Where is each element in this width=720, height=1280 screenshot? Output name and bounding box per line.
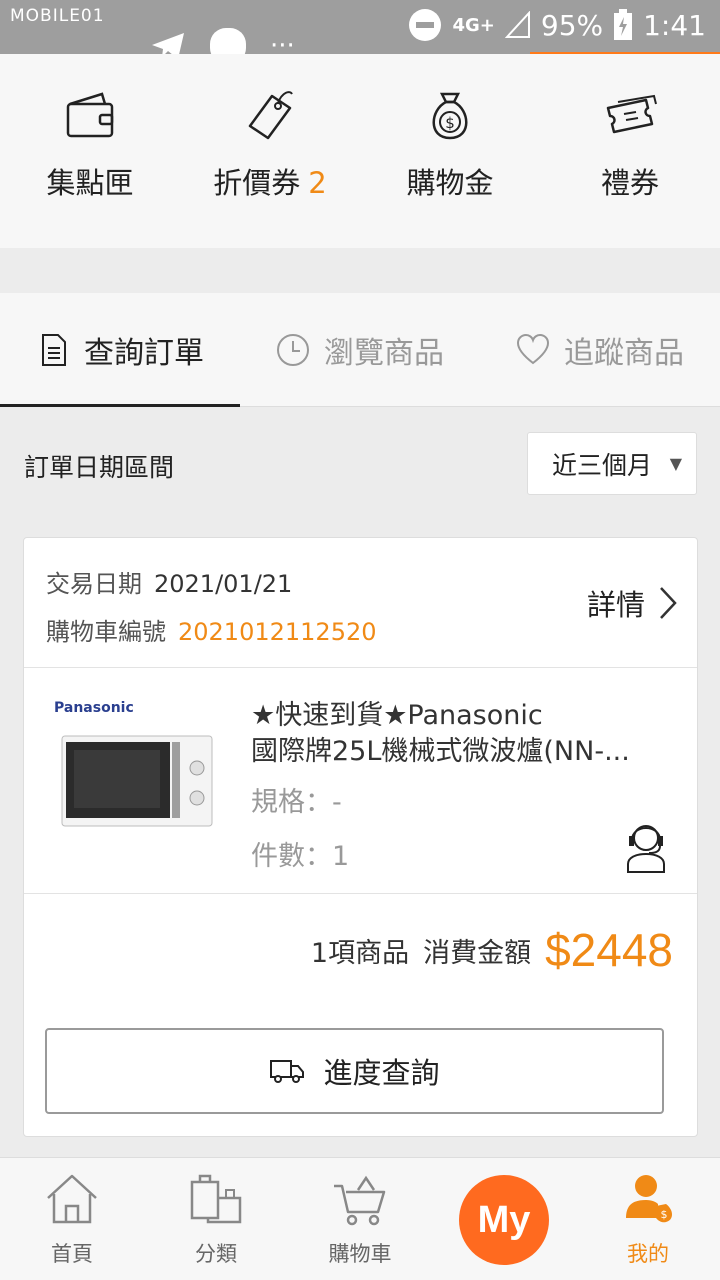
order-product[interactable]: Panasonic ★快速到貨★Panasonic 國際牌25L機械式微波爐(N…: [24, 668, 697, 894]
tab-order-query[interactable]: 查詢訂單: [0, 293, 240, 407]
category-bag-icon: [190, 1174, 242, 1224]
item-count: 1項商品: [310, 937, 410, 969]
nav-label-home: 首頁: [51, 1242, 93, 1266]
tab-label: 瀏覽商品: [324, 335, 444, 371]
nav-label-mine: 我的: [627, 1242, 669, 1266]
nav-category[interactable]: 分類: [144, 1158, 288, 1280]
heart-icon: [516, 333, 550, 364]
svg-text:$: $: [445, 114, 455, 132]
track-progress-label: 進度查詢: [323, 1056, 440, 1090]
order-summary: 1項商品 消費金額 $2448: [311, 923, 673, 977]
signal-icon: [504, 11, 531, 39]
wallet-item-gift-voucher[interactable]: 禮券: [540, 54, 720, 248]
delivery-truck-icon: [270, 1060, 305, 1083]
date-range-label: 訂單日期區間: [24, 453, 175, 482]
home-icon: [47, 1174, 97, 1224]
battery-charging-icon: [613, 9, 633, 41]
customer-service-icon[interactable]: [625, 818, 667, 874]
battery-percent: 95%: [540, 8, 604, 42]
watermark-text: MOBILE01: [10, 6, 105, 26]
shopping-cart-icon: [334, 1175, 386, 1226]
date-range-value: 近三個月: [552, 450, 653, 480]
cart-number-label: 購物車編號: [46, 618, 166, 646]
document-icon: [42, 333, 66, 366]
microwave-image: [61, 735, 213, 827]
tab-browse-history[interactable]: 瀏覽商品: [240, 293, 480, 406]
wallet-row: 集點匣 折價券 2 $ 購物金 禮券: [0, 54, 720, 248]
order-detail-link[interactable]: 詳情: [587, 582, 677, 624]
amount-label: 消費金額: [423, 937, 532, 969]
nav-cart[interactable]: 購物車: [288, 1158, 432, 1280]
chevron-right-icon: [660, 587, 677, 619]
order-amount: $2448: [545, 924, 673, 976]
caret-down-icon: ▼: [669, 454, 682, 473]
network-type: 4G+: [452, 14, 495, 36]
detail-label: 詳情: [586, 588, 645, 622]
wallet-item-points[interactable]: 集點匣: [0, 54, 180, 248]
tab-label: 追蹤商品: [564, 335, 684, 371]
coupon-tag-icon: [248, 91, 293, 140]
wallet-label-shopping-credit: 購物金: [406, 166, 494, 200]
product-name-line1: ★快速到貨★Panasonic: [251, 700, 543, 731]
tab-tracked-items[interactable]: 追蹤商品: [480, 293, 720, 406]
nav-mine[interactable]: $ 我的: [576, 1158, 720, 1280]
wallet-icon: [66, 92, 114, 138]
date-range-select[interactable]: 近三個月 ▼: [527, 432, 697, 495]
order-tabs: 查詢訂單 瀏覽商品 追蹤商品: [0, 293, 720, 407]
product-thumbnail[interactable]: Panasonic: [52, 698, 222, 838]
clock-time: 1:41: [643, 8, 706, 42]
clock-icon: [277, 333, 309, 366]
order-card: 交易日期 2021/01/21 購物車編號 2021012112520 詳情 Pan…: [23, 537, 698, 1137]
svg-text:$: $: [661, 1208, 668, 1221]
cart-number-line: 購物車編號 2021012112520: [46, 612, 377, 647]
order-date-line: 交易日期 2021/01/21: [46, 564, 292, 599]
order-date-label: 交易日期: [46, 570, 142, 598]
coupon-label: 折價券: [213, 166, 301, 200]
order-date: 2021/01/21: [154, 570, 293, 598]
product-name[interactable]: ★快速到貨★Panasonic 國際牌25L機械式微波爐(NN-...: [251, 698, 681, 770]
bottom-navigation: 首頁 分類 購物車 My $ 我的: [0, 1157, 720, 1280]
user-profile-icon: $: [626, 1175, 672, 1223]
tab-label: 查詢訂單: [84, 335, 204, 371]
ticket-icon: [606, 94, 657, 134]
my-button[interactable]: My: [459, 1175, 549, 1265]
product-spec: 規格：-: [251, 787, 342, 818]
nav-home[interactable]: 首頁: [0, 1158, 144, 1280]
wallet-item-coupons[interactable]: 折價券 2: [180, 54, 360, 248]
nav-label-category: 分類: [195, 1242, 237, 1266]
do-not-disturb-icon: [408, 8, 442, 42]
wallet-label-gift-voucher: 禮券: [600, 166, 659, 200]
nav-label-cart: 購物車: [328, 1242, 392, 1266]
wallet-label-coupons: 折價券 2: [213, 160, 326, 202]
track-progress-button[interactable]: 進度查詢: [45, 1028, 664, 1114]
product-name-line2: 國際牌25L機械式微波爐(NN-...: [251, 736, 630, 767]
product-quantity: 件數：1: [251, 841, 350, 872]
wallet-item-shopping-credit[interactable]: $ 購物金: [360, 54, 540, 248]
status-bar: MOBILE01 ··· 4G+ 95% 1:41: [0, 0, 720, 64]
order-card-header: 交易日期 2021/01/21 購物車編號 2021012112520 詳情: [24, 538, 697, 668]
wallet-label-points: 集點匣: [46, 166, 134, 200]
coupon-count: 2: [308, 166, 327, 200]
money-bag-icon: $: [432, 92, 468, 140]
cart-number: 2021012112520: [178, 618, 377, 646]
